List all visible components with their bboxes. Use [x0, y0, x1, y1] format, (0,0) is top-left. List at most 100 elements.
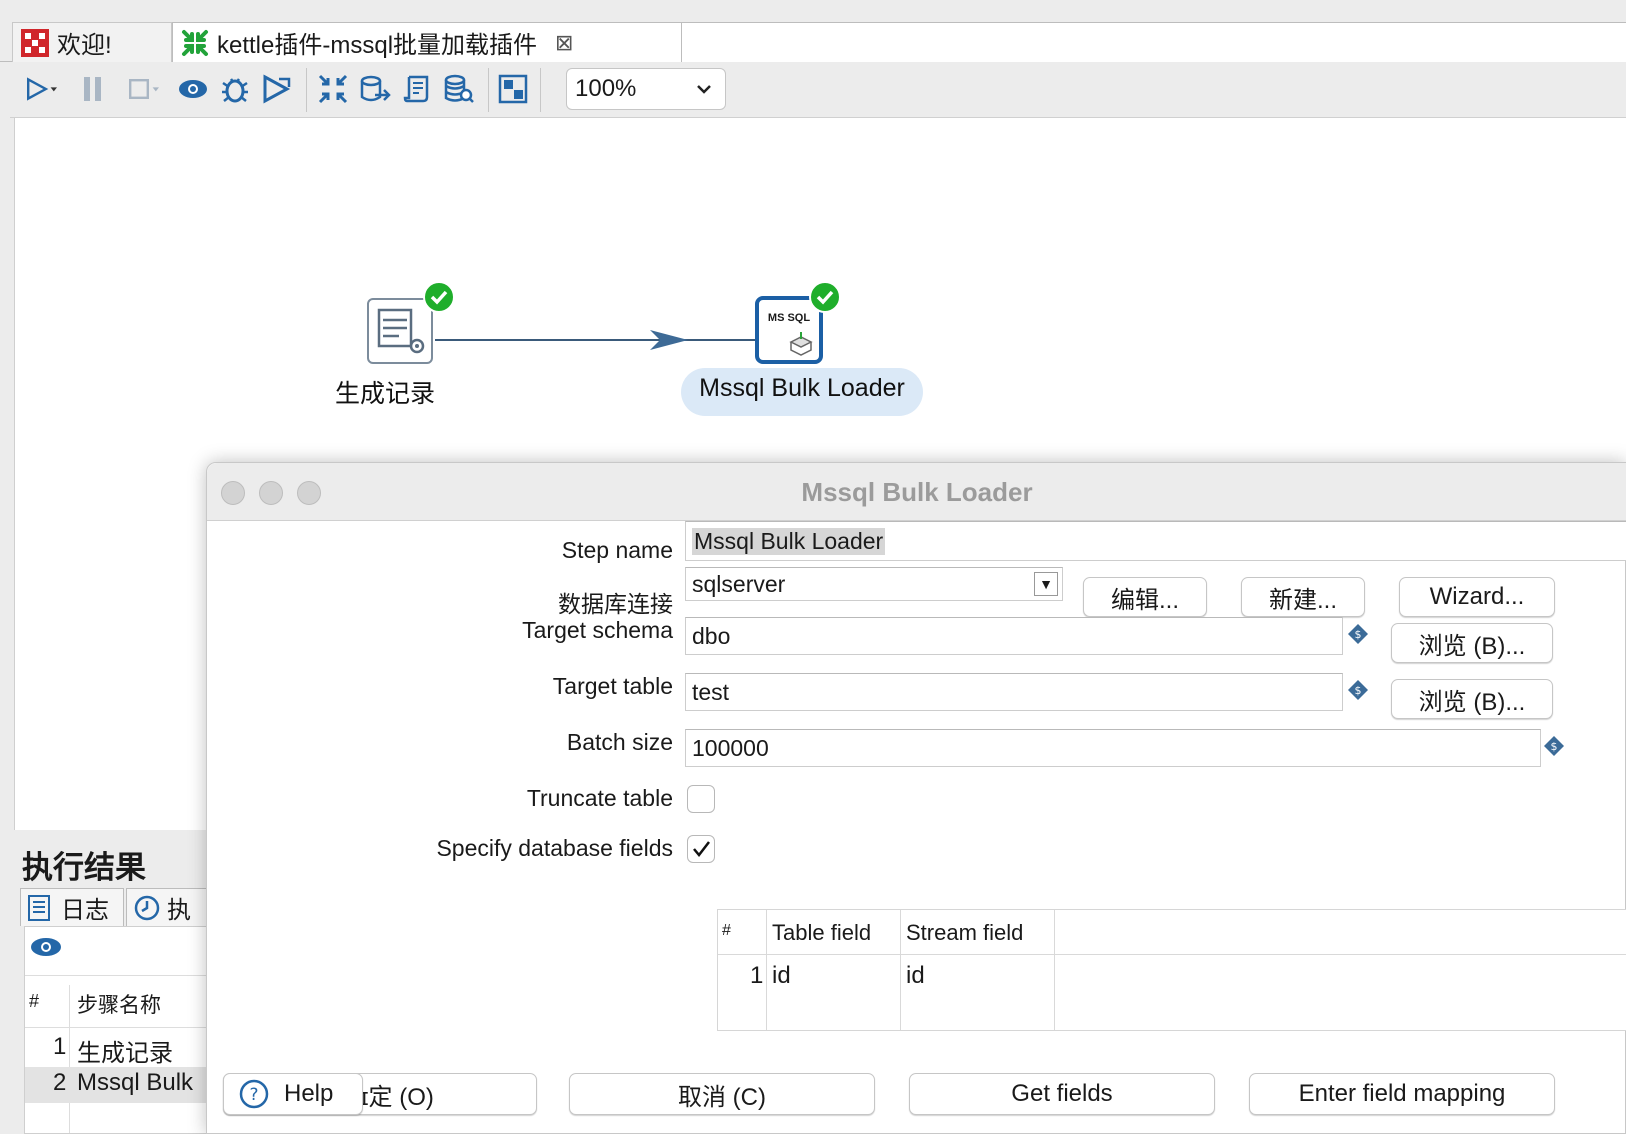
browse-schema-button[interactable]: 浏览 (B)... — [1391, 623, 1553, 663]
variable-dollar-icon: $ — [1348, 680, 1368, 700]
tab-welcome-label: 欢迎! — [57, 32, 112, 59]
results-title: 执行结果 — [22, 850, 146, 885]
debug-button[interactable] — [218, 72, 252, 106]
replay-icon — [263, 74, 291, 104]
mssql-icon-text: MS SQL — [767, 312, 811, 324]
batch-size-label: Batch size — [566, 729, 673, 755]
browse-table-button[interactable]: 浏览 (B)... — [1391, 679, 1553, 719]
step-ok-check-icon — [423, 281, 455, 313]
svg-text:$: $ — [1355, 684, 1362, 697]
sql-button[interactable] — [400, 72, 434, 106]
tab-transformation[interactable]: kettle插件-mssql批量加载插件 ⊠ — [172, 22, 682, 62]
stop-button[interactable] — [118, 72, 168, 106]
transformation-icon — [181, 29, 209, 57]
results-panel-icon — [498, 74, 528, 104]
dialog-titlebar: Mssql Bulk Loader — [207, 463, 1626, 521]
grid-col-table-field: Table field — [772, 920, 872, 945]
target-table-input[interactable]: test — [685, 673, 1343, 711]
eye-icon — [179, 80, 207, 98]
toolbar-separator — [540, 68, 541, 112]
target-schema-input[interactable]: dbo — [685, 617, 1343, 655]
step-ok-check-icon — [809, 281, 841, 313]
target-schema-label: Target schema — [522, 617, 673, 643]
editor-tab-bar: 欢迎! kettle插件-mssql批量加载插件 ⊠ — [0, 0, 1626, 62]
field-mapping-table: # Table field Stream field 1 id id — [717, 909, 1626, 1031]
kettle-logo-icon — [21, 28, 49, 57]
zoom-select[interactable]: 100% — [566, 68, 726, 110]
log-icon — [28, 894, 50, 921]
tab-transformation-label: kettle插件-mssql批量加载插件 — [217, 32, 538, 59]
table-row[interactable]: 1 生成记录 — [25, 1031, 213, 1067]
svg-text:?: ? — [249, 1085, 258, 1105]
db-connection-label: 数据库连接 — [558, 591, 673, 617]
wizard-button[interactable]: Wizard... — [1399, 577, 1555, 617]
toolbar-separator — [306, 68, 307, 112]
truncate-table-checkbox[interactable] — [687, 785, 715, 813]
grid-col-stream-field: Stream field — [906, 920, 1024, 945]
step-name-label: Step name — [561, 537, 673, 563]
db-explore-icon — [444, 74, 474, 103]
verify-button[interactable] — [316, 72, 350, 106]
explore-db-button[interactable] — [442, 72, 476, 106]
enter-field-mapping-button[interactable]: Enter field mapping — [1249, 1073, 1555, 1115]
verify-icon — [318, 74, 348, 104]
variable-dollar-icon: $ — [1544, 736, 1564, 756]
generate-rows-icon — [377, 308, 425, 354]
results-col-num: # — [29, 991, 40, 1011]
run-icon — [27, 77, 57, 101]
table-row[interactable]: 2 Mssql Bulk — [25, 1067, 213, 1103]
replay-button[interactable] — [260, 72, 294, 106]
checkmark-icon — [693, 841, 710, 857]
step-mssql-bulk-loader-label: Mssql Bulk Loader — [699, 374, 905, 402]
step-generate-rows-label: 生成记录 — [335, 380, 436, 408]
truncate-table-label: Truncate table — [526, 785, 673, 811]
tab-exec-label: 执 — [167, 897, 191, 924]
specify-fields-checkbox[interactable] — [687, 835, 715, 863]
cancel-button[interactable]: 取消 (C) — [569, 1073, 875, 1115]
tab-strip-background — [682, 22, 1626, 62]
tab-log-label: 日志 — [61, 897, 109, 924]
variable-dollar-icon: $ — [1348, 624, 1368, 644]
grid-col-num: # — [722, 922, 731, 939]
execution-results-panel: 执行结果 日志 执 # 步骤名称 1 生成记录 2 Mssql Bulk — [14, 830, 216, 1134]
table-row[interactable]: 1 id id — [718, 956, 1626, 996]
tab-log[interactable]: 日志 — [20, 888, 124, 926]
show-results-button[interactable] — [496, 72, 530, 106]
new-connection-button[interactable]: 新建... — [1241, 577, 1365, 617]
specify-fields-label: Specify database fields — [436, 835, 673, 861]
stop-icon — [129, 79, 159, 99]
chevron-down-icon — [689, 73, 719, 105]
bulk-load-icon — [789, 332, 813, 356]
preview-button[interactable] — [176, 72, 210, 106]
help-icon: ? — [239, 1079, 269, 1109]
dropdown-arrow-icon: ▼ — [1034, 572, 1058, 596]
script-icon — [403, 75, 429, 103]
pause-button[interactable] — [76, 72, 110, 106]
step-generate-rows[interactable] — [367, 298, 433, 364]
impact-button[interactable] — [358, 72, 392, 106]
step-name-input[interactable]: Mssql Bulk Loader — [685, 521, 1626, 561]
bug-icon — [222, 78, 248, 103]
zoom-value: 100% — [575, 75, 637, 102]
results-col-step: 步骤名称 — [77, 994, 161, 1017]
pause-icon — [84, 77, 101, 101]
dialog-title: Mssql Bulk Loader — [801, 477, 1033, 507]
toolbar-separator — [488, 68, 489, 112]
run-button[interactable] — [16, 72, 66, 106]
get-fields-button[interactable]: Get fields — [909, 1073, 1215, 1115]
close-tab-icon[interactable]: ⊠ — [555, 30, 573, 56]
preview-eye-icon[interactable] — [29, 935, 63, 964]
impact-icon — [360, 75, 391, 102]
edit-connection-button[interactable]: 编辑... — [1083, 577, 1207, 617]
svg-text:$: $ — [1355, 628, 1362, 641]
tab-exec-history[interactable]: 执 — [126, 888, 216, 926]
db-connection-select[interactable]: sqlserver ▼ — [685, 567, 1063, 601]
results-body: # 步骤名称 1 生成记录 2 Mssql Bulk — [24, 926, 214, 1134]
mssql-bulk-loader-dialog: Mssql Bulk Loader Step name Mssql Bulk L… — [206, 462, 1626, 1134]
batch-size-input[interactable]: 100000 — [685, 729, 1541, 767]
transformation-toolbar: 100% — [10, 62, 1626, 118]
help-button[interactable]: ? Help — [223, 1073, 363, 1115]
target-table-label: Target table — [552, 673, 673, 699]
svg-text:$: $ — [1551, 740, 1558, 753]
tab-welcome[interactable]: 欢迎! — [12, 22, 172, 62]
